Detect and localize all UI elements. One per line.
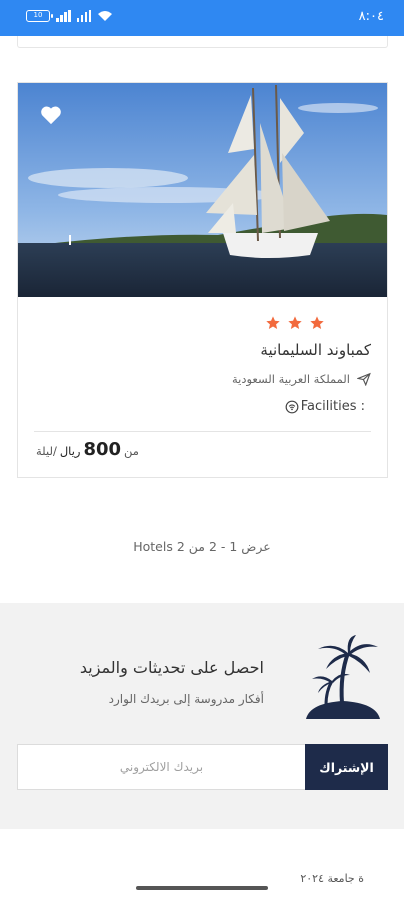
hotel-card[interactable]: كمباوند السليمانية المملكة العربية السعو… [17, 82, 388, 478]
previous-hotel-card[interactable] [17, 36, 388, 48]
price-currency: ريال [59, 444, 81, 458]
hotel-image[interactable] [18, 83, 387, 297]
subscribe-form: الإشتراك [17, 744, 388, 790]
heart-icon[interactable] [40, 105, 62, 125]
results-count: عرض 1 - 2 من 2 Hotels [133, 539, 271, 554]
star-icon [310, 316, 324, 329]
price-per-night: /ليلة [36, 444, 57, 458]
palm-island-icon [306, 635, 380, 719]
status-time: ٨:٠٤ [358, 9, 384, 24]
star-icon [288, 316, 302, 329]
home-indicator[interactable] [136, 886, 268, 890]
facilities-label: Facilities : [300, 399, 365, 414]
footer-text: ة جامعة ٢٠٢٤ [300, 872, 364, 885]
newsletter-section: احصل على تحديثات والمزيد أفكار مدروسة إل… [0, 603, 404, 829]
hotel-name[interactable]: كمباوند السليمانية [260, 341, 371, 359]
price-amount: 800 [83, 439, 122, 460]
divider [34, 431, 371, 432]
facilities: Facilities : [285, 399, 365, 414]
email-field[interactable] [17, 744, 305, 790]
location-text: المملكة العربية السعودية [232, 372, 350, 386]
rating-stars [265, 315, 325, 331]
sailboat-photo [18, 83, 387, 297]
newsletter-title: احصل على تحديثات والمزيد [79, 658, 264, 677]
newsletter-subtitle: أفكار مدروسة إلى بريدك الوارد [108, 692, 264, 706]
hotel-location: المملكة العربية السعودية [232, 372, 371, 386]
signal-icon [56, 10, 71, 22]
price: من 800 ريال /ليلة [36, 439, 139, 460]
battery-level: 10 [33, 11, 43, 19]
wifi-facility-icon [285, 400, 299, 413]
star-icon [266, 316, 280, 329]
battery-icon: 10 [26, 10, 53, 22]
status-icons: 10 [26, 10, 113, 22]
wifi-icon [98, 11, 112, 21]
price-from: من [124, 444, 139, 458]
subscribe-button[interactable]: الإشتراك [305, 744, 388, 790]
paper-plane-icon [357, 372, 371, 386]
status-bar: 10 ٨:٠٤ [0, 0, 404, 36]
signal-icon [76, 10, 91, 22]
